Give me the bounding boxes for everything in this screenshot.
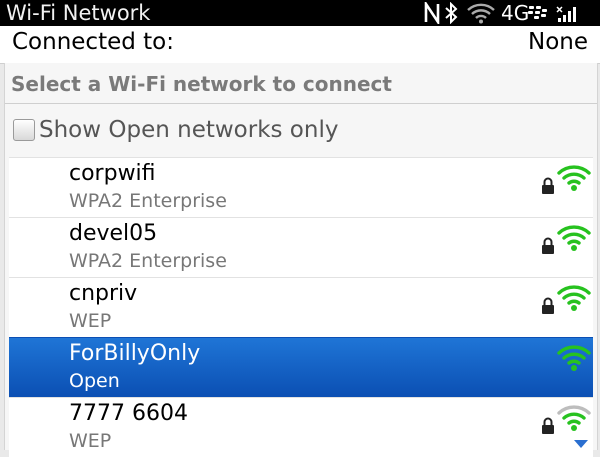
network-row[interactable]: corpwifi WPA2 Enterprise [9, 157, 593, 217]
network-ssid: 7777 6604 [69, 401, 188, 426]
network-ssid: cnpriv [69, 281, 138, 306]
network-row[interactable]: devel05 WPA2 Enterprise [9, 217, 593, 277]
wifi-signal-icon [557, 225, 591, 251]
wifi-status-icon [466, 0, 496, 26]
lock-icon [542, 417, 554, 434]
wifi-signal-icon [557, 405, 591, 431]
network-security: WPA2 Enterprise [69, 190, 227, 212]
network-list: corpwifi WPA2 Enterprise devel05 WPA2 Enter… [9, 157, 593, 457]
network-security: WEP [69, 430, 112, 452]
connected-label: Connected to: [12, 29, 174, 55]
network-row[interactable]: ForBillyOnly Open [9, 337, 593, 397]
section-title: Select a Wi-Fi network to connect [11, 72, 392, 96]
connected-value: None [527, 29, 588, 55]
network-ssid: corpwifi [69, 161, 156, 186]
lock-icon [542, 297, 554, 314]
wifi-signal-icon [557, 165, 591, 191]
blackberry-logo-icon [528, 0, 548, 26]
scroll-down-arrow-icon[interactable] [574, 440, 588, 448]
wifi-signal-icon [557, 285, 591, 311]
network-row[interactable]: cnpriv WEP [9, 277, 593, 337]
lock-icon [542, 177, 554, 194]
divider [5, 103, 597, 104]
signal-bars-icon [556, 0, 578, 26]
show-open-only-checkbox[interactable] [13, 119, 35, 141]
network-ssid: ForBillyOnly [69, 341, 201, 366]
network-type-label: 4G [501, 1, 530, 25]
wifi-signal-icon [557, 345, 591, 371]
nfc-icon [424, 0, 440, 26]
network-security: WEP [69, 310, 112, 332]
window-title: Wi-Fi Network [6, 1, 151, 25]
show-open-only-toggle[interactable]: Show Open networks only [13, 115, 338, 145]
network-ssid: devel05 [69, 221, 158, 246]
lock-icon [542, 237, 554, 254]
network-security: Open [69, 370, 120, 392]
network-row[interactable]: 7777 6604 WEP [9, 397, 593, 457]
network-panel: Select a Wi-Fi network to connect Show O… [4, 63, 598, 457]
show-open-only-label: Show Open networks only [39, 117, 339, 143]
bluetooth-icon [444, 0, 458, 26]
connected-status-row: Connected to: None [0, 26, 600, 64]
status-bar: Wi-Fi Network 4G [0, 0, 600, 26]
network-security: WPA2 Enterprise [69, 250, 227, 272]
